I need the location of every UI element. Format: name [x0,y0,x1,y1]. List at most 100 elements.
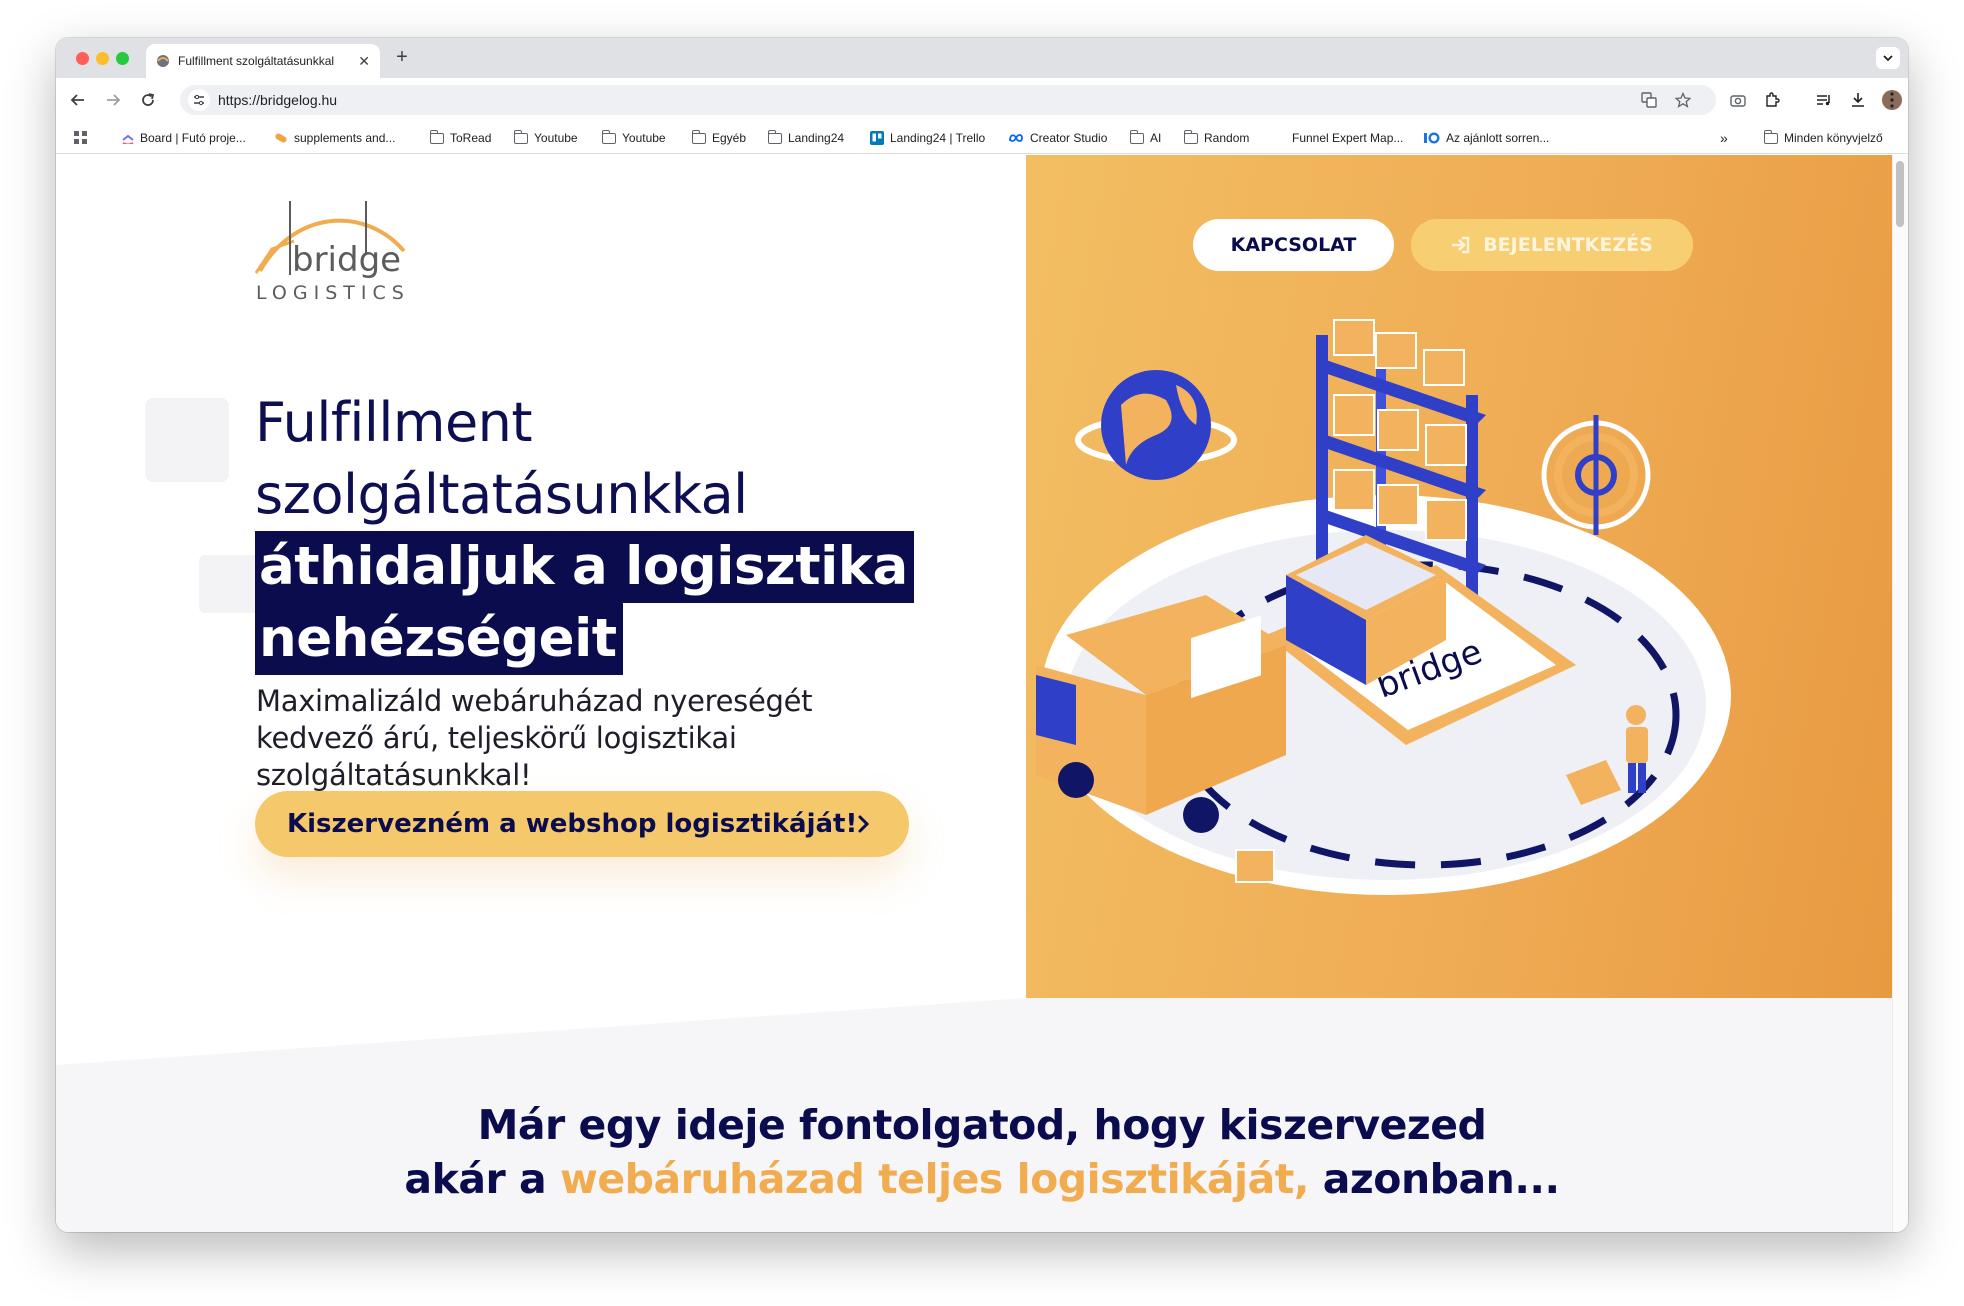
active-tab[interactable]: Fulfillment szolgáltatásunkkal ✕ [146,44,380,78]
bookmark-label: Board | Futó proje... [140,131,246,145]
meta-icon [1009,134,1023,142]
bookmark-folder[interactable]: Landing24 [767,129,845,146]
star-icon[interactable] [1674,91,1692,109]
bookmark-label: Minden könyvjelző [1784,131,1883,145]
sign-in-icon [1452,236,1470,254]
bookmark-folder[interactable]: Youtube [513,129,578,146]
warehouse-illustration: bridge [1036,319,1731,895]
bookmark-label: supplements and... [294,131,396,145]
arrow-left-icon [70,94,84,106]
trello-icon [870,131,884,145]
bookmark-item[interactable]: Creator Studio [1008,130,1107,146]
tab-search-button[interactable] [1876,47,1900,69]
extensions-icon[interactable] [1762,90,1782,110]
globe-icon [1075,370,1237,480]
hero-subtitle: Maximalizáld webáruházad nyereségét kedv… [256,684,813,792]
bookmark-label: Creator Studio [1030,131,1108,145]
minimize-window-button[interactable] [96,52,109,65]
tab-close-icon[interactable]: ✕ [358,53,370,70]
section-heading-part: akár a [404,1155,560,1203]
bookmark-folder[interactable]: Egyéb [691,129,747,146]
new-tab-button[interactable]: + [390,46,414,69]
tab-strip: Fulfillment szolgáltatásunkkal ✕ + [56,38,1908,78]
folder-icon [513,129,528,144]
all-bookmarks-button[interactable]: Minden könyvjelző [1763,129,1883,146]
url-text: https://bridgelog.hu [218,92,338,108]
bookmark-item[interactable]: Az ajánlott sorren... [1424,130,1549,146]
folder-icon [1763,129,1778,144]
logo-word-bridge: bridge [292,240,401,280]
folder-icon [1129,129,1144,144]
maximize-window-button[interactable] [116,52,129,65]
section-heading-part: azonban... [1308,1155,1560,1203]
scrollbar[interactable] [1892,155,1908,1232]
cta-label: Kiszervezném a webshop logisztikáját! [287,809,858,839]
section-heading-accent: webáruházad teljes logisztikáját, [559,1155,1310,1203]
tab-title: Fulfillment szolgáltatásunkkal [178,54,335,68]
bookmark-item[interactable]: supplements and... [274,130,395,146]
site-info-button[interactable] [188,89,210,111]
media-control-icon[interactable] [1814,90,1834,110]
decorative-square [145,398,229,482]
login-button[interactable]: BEJELENTKEZÉS [1411,219,1693,271]
bookmark-item[interactable]: Board | Futó proje... [122,130,246,146]
reload-icon [142,93,155,106]
pill-icon [275,133,287,143]
parcel-icon [1235,849,1275,883]
folder-icon [429,129,444,144]
folder-icon [1183,129,1198,144]
bookmark-label: Youtube [622,131,666,145]
bookmark-label: Egyéb [712,131,747,145]
chevron-right-icon [858,815,870,833]
cta-button[interactable]: Kiszervezném a webshop logisztikáját! [255,791,909,857]
io-icon [1424,132,1440,144]
bookmark-label: ToRead [450,131,492,145]
bookmarks-bar: Board | Futó proje... supplements and...… [56,122,1908,154]
bookmark-item[interactable]: Landing24 | Trello [870,130,985,146]
target-icon [1541,415,1651,535]
address-bar[interactable]: https://bridgelog.hu [180,85,1716,115]
bookmark-label: Landing24 | Trello [890,131,986,145]
bookmark-label: AI [1150,131,1162,145]
bookmark-folder[interactable]: ToRead [429,129,492,146]
forward-button[interactable] [101,88,125,112]
arrow-right-icon [107,94,121,106]
scrollbar-thumb[interactable] [1896,161,1904,227]
browser-toolbar: https://bridgelog.hu [56,78,1908,122]
page-viewport: bridge LOGISTICS Fulfillment szolgáltatá… [56,155,1908,1232]
back-button[interactable] [66,88,90,112]
contact-button[interactable]: KAPCSOLAT [1193,219,1394,271]
hero-headline: Fulfillment szolgáltatásunkkal áthidalju… [255,387,975,675]
headline-highlight: áthidaljuk a logisztika [255,531,914,603]
close-window-button[interactable] [76,52,89,65]
browser-window: Fulfillment szolgáltatásunkkal ✕ + https… [56,38,1908,1232]
folder-icon [691,129,706,144]
more-menu-icon[interactable] [1882,90,1902,110]
logo-word-logistics: LOGISTICS [256,282,410,303]
clickup-icon [122,134,134,144]
bridge-logistics-logo[interactable]: bridge LOGISTICS [254,193,434,303]
bookmark-item[interactable]: Funnel Expert Map... [1292,130,1403,146]
section-heading-line: Már egy ideje fontolgatod, hogy kiszerve… [477,1101,1487,1149]
decorative-square [199,555,259,613]
headline-line: szolgáltatásunkkal [255,463,748,526]
bookmark-label: Random [1204,131,1250,145]
camera-icon[interactable] [1728,90,1748,110]
bookmark-label: Landing24 [788,131,845,145]
folder-icon [767,129,782,144]
section-heading: Már egy ideje fontolgatod, hogy kiszerve… [56,1098,1908,1206]
download-icon[interactable] [1848,90,1868,110]
bookmark-folder[interactable]: AI [1129,129,1162,146]
bookmark-label: Funnel Expert Map... [1292,131,1404,145]
tune-icon [194,94,204,106]
bookmark-label: Youtube [534,131,578,145]
apps-icon[interactable] [74,130,88,146]
more-bookmarks-button[interactable]: » [1720,130,1728,146]
bookmark-folder[interactable]: Random [1183,129,1250,146]
bookmark-folder[interactable]: Youtube [601,129,666,146]
login-label: BEJELENTKEZÉS [1483,234,1653,256]
bookmark-label: Az ajánlott sorren... [1446,131,1550,145]
translate-icon[interactable] [1640,91,1658,109]
reload-button[interactable] [136,88,160,112]
chevron-down-icon [1883,55,1893,62]
